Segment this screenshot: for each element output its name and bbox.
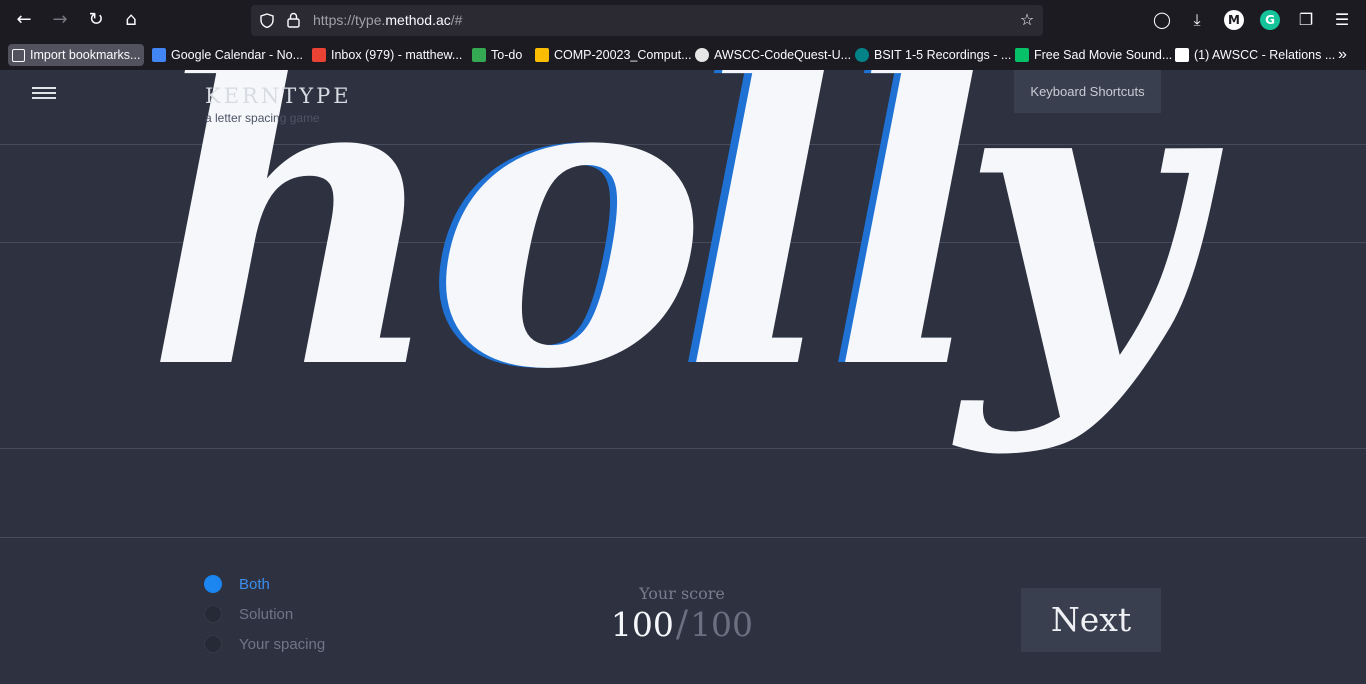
score-max: 100 bbox=[690, 605, 754, 644]
letter-y[interactable]: y bbox=[960, 70, 1199, 424]
extensions-icon[interactable]: ❐ bbox=[1296, 10, 1316, 30]
lock-icon[interactable] bbox=[287, 12, 300, 28]
radio-both[interactable] bbox=[204, 575, 222, 593]
letter-o[interactable]: o bbox=[432, 70, 707, 424]
bookmarks-toolbar: Import bookmarks... Google Calendar - No… bbox=[0, 41, 1366, 69]
url-text: https://type.method.ac/# bbox=[313, 12, 462, 28]
notion-icon bbox=[1175, 48, 1189, 62]
sharepoint-icon bbox=[855, 48, 869, 62]
option-solution[interactable]: Solution bbox=[204, 605, 293, 623]
bookmark-label: COMP-20023_Comput... bbox=[554, 48, 692, 62]
option-your-spacing[interactable]: Your spacing bbox=[204, 635, 325, 653]
reload-icon[interactable]: ↻ bbox=[84, 8, 108, 32]
bookmark-notion[interactable]: (1) AWSCC - Relations ... bbox=[1171, 44, 1339, 66]
browser-chrome: ← → ↻ ⌂ https://type.method.ac/# ☆ ◯ ⤓ M… bbox=[0, 0, 1366, 70]
bookmark-drive[interactable]: COMP-20023_Comput... bbox=[531, 44, 696, 66]
option-solution-label: Solution bbox=[239, 605, 294, 623]
option-both[interactable]: Both bbox=[204, 575, 270, 593]
score-label: Your score bbox=[639, 584, 725, 603]
home-icon[interactable]: ⌂ bbox=[119, 8, 143, 32]
url-suffix: /# bbox=[450, 12, 463, 28]
chevron-right-icon[interactable]: » bbox=[1334, 44, 1351, 66]
bookmark-label: Inbox (979) - matthew... bbox=[331, 48, 463, 62]
bookmark-label: Google Calendar - No... bbox=[171, 48, 304, 62]
bookmark-label: (1) AWSCC - Relations ... bbox=[1194, 48, 1336, 62]
next-button[interactable]: Next bbox=[1021, 588, 1161, 652]
bookmark-gmail[interactable]: Inbox (979) - matthew... bbox=[308, 44, 466, 66]
back-icon[interactable]: ← bbox=[12, 8, 36, 32]
grammarly-icon[interactable]: G bbox=[1260, 10, 1280, 30]
letter-l1[interactable]: l bbox=[682, 70, 839, 424]
radio-your-spacing[interactable] bbox=[204, 635, 222, 653]
address-bar[interactable]: https://type.method.ac/# ☆ bbox=[251, 5, 1043, 36]
bookmark-google-calendar[interactable]: Google Calendar - No... bbox=[148, 44, 307, 66]
score-display: 100/100 bbox=[596, 604, 768, 645]
score-separator: / bbox=[675, 604, 689, 645]
github-icon bbox=[695, 48, 709, 62]
url-prefix: https://type. bbox=[313, 12, 386, 28]
pocket-icon[interactable]: ◯ bbox=[1152, 10, 1172, 30]
shield-icon[interactable] bbox=[260, 13, 274, 28]
app-tagline: a letter spacing game bbox=[205, 111, 320, 125]
bookmark-label: AWSCC-CodeQuest-U... bbox=[714, 48, 852, 62]
google-calendar-icon bbox=[152, 48, 166, 62]
radio-solution[interactable] bbox=[204, 605, 222, 623]
bookmark-pixabay[interactable]: Free Sad Movie Sound... bbox=[1011, 44, 1176, 66]
option-your-spacing-label: Your spacing bbox=[239, 635, 326, 653]
url-domain: method.ac bbox=[385, 12, 451, 28]
app-logo[interactable]: KERNTYPE bbox=[205, 84, 352, 108]
google-drive-icon bbox=[535, 48, 549, 62]
bookmark-star-icon[interactable]: ☆ bbox=[1017, 10, 1037, 30]
bookmark-label: BSIT 1-5 Recordings - ... bbox=[874, 48, 1012, 62]
menu-icon[interactable]: ☰ bbox=[1332, 10, 1352, 30]
hamburger-menu-icon[interactable] bbox=[32, 87, 56, 101]
bookmark-import[interactable]: Import bookmarks... bbox=[8, 44, 145, 66]
bookmark-label: Free Sad Movie Sound... bbox=[1034, 48, 1173, 62]
option-both-label: Both bbox=[239, 575, 270, 593]
bookmark-label: Import bookmarks... bbox=[30, 48, 141, 62]
classroom-icon bbox=[472, 48, 486, 62]
bookmark-label: To-do bbox=[491, 48, 523, 62]
gmail-icon bbox=[312, 48, 326, 62]
score-value: 100 bbox=[610, 605, 674, 644]
pixabay-icon bbox=[1015, 48, 1029, 62]
downloads-icon[interactable]: ⤓ bbox=[1187, 10, 1207, 30]
account-avatar-icon[interactable]: M bbox=[1224, 10, 1244, 30]
import-icon bbox=[12, 48, 25, 62]
bookmark-sharepoint[interactable]: BSIT 1-5 Recordings - ... bbox=[851, 44, 1015, 66]
keyboard-shortcuts-button[interactable]: Keyboard Shortcuts bbox=[1014, 70, 1161, 113]
bookmark-todo[interactable]: To-do bbox=[468, 44, 526, 66]
bookmark-github[interactable]: AWSCC-CodeQuest-U... bbox=[691, 44, 855, 66]
kerntype-page: o l l h o l l y KERNTYPE a letter spacin… bbox=[0, 70, 1366, 684]
forward-icon[interactable]: → bbox=[48, 8, 72, 32]
